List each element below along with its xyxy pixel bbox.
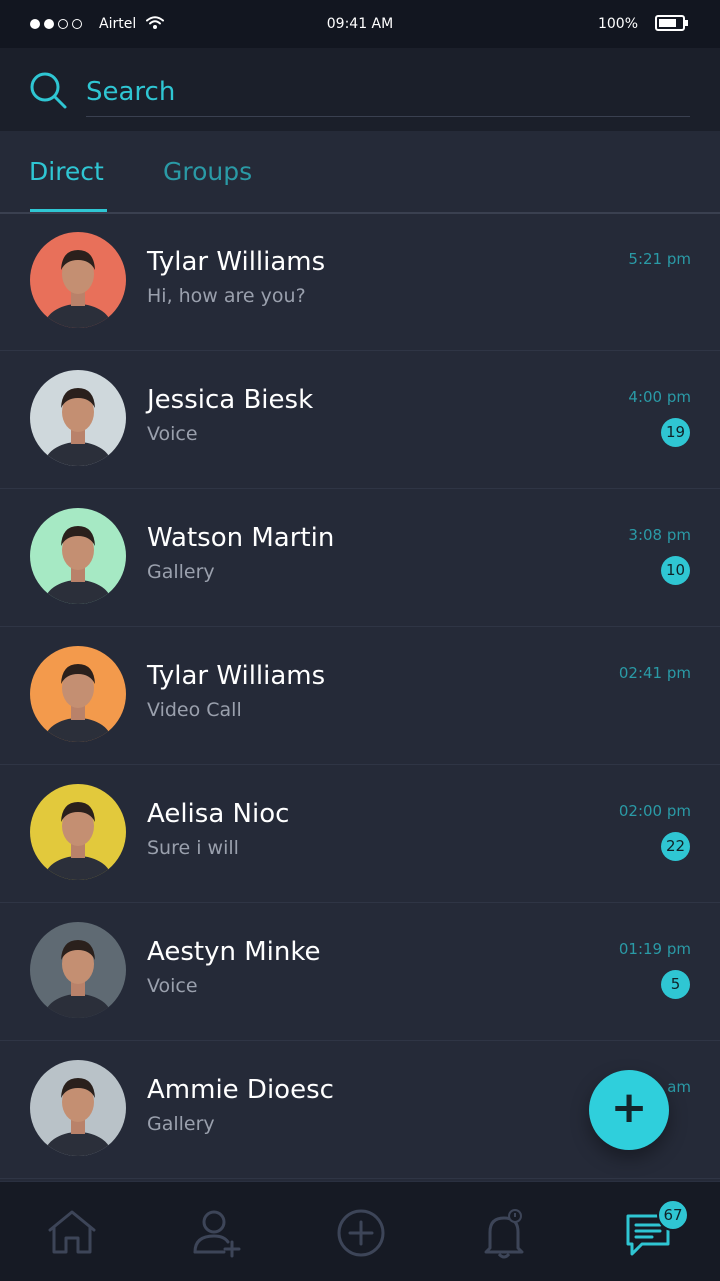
message-preview: Sure i will <box>147 837 239 859</box>
message-time: 5:21 pm <box>628 250 691 268</box>
status-bar: Airtel 09:41 AM 100% <box>0 0 720 48</box>
tab-direct[interactable]: Direct <box>29 157 104 186</box>
chat-unread-badge: 67 <box>657 1199 689 1231</box>
home-icon[interactable] <box>42 1206 102 1262</box>
contact-name: Watson Martin <box>147 523 335 553</box>
conversation-row[interactable]: Jessica Biesk Voice 4:00 pm 19 <box>0 351 720 489</box>
conversation-list: Tylar Williams Hi, how are you? 5:21 pm … <box>0 213 720 1179</box>
message-time: 02:41 pm <box>618 664 691 682</box>
avatar <box>30 922 126 1018</box>
message-time: 02:00 pm <box>618 802 691 820</box>
message-preview: Gallery <box>147 561 215 583</box>
bottom-nav <box>0 1181 720 1281</box>
conversation-row[interactable]: Tylar Williams Hi, how are you? 5:21 pm <box>0 213 720 351</box>
contact-name: Aelisa Nioc <box>147 799 290 829</box>
message-time: am <box>667 1078 691 1096</box>
message-time: 01:19 pm <box>618 940 691 958</box>
unread-badge: 10 <box>661 556 690 585</box>
message-time: 4:00 pm <box>628 388 691 406</box>
message-preview: Voice <box>147 423 198 445</box>
contact-name: Aestyn Minke <box>147 937 321 967</box>
search-icon[interactable] <box>28 70 68 114</box>
unread-badge: 19 <box>661 418 690 447</box>
search-bar <box>0 48 720 131</box>
add-contact-icon[interactable] <box>186 1206 246 1262</box>
battery-icon <box>655 15 688 31</box>
message-preview: Hi, how are you? <box>147 285 306 307</box>
conversation-row[interactable]: Aelisa Nioc Sure i will 02:00 pm 22 <box>0 765 720 903</box>
avatar <box>30 646 126 742</box>
message-preview: Voice <box>147 975 198 997</box>
bell-icon[interactable] <box>474 1206 534 1262</box>
conversation-row[interactable]: Tylar Williams Video Call 02:41 pm <box>0 627 720 765</box>
add-circle-icon[interactable] <box>331 1206 391 1262</box>
unread-badge: 5 <box>661 970 690 999</box>
conversation-row[interactable]: Watson Martin Gallery 3:08 pm 10 <box>0 489 720 627</box>
battery-percentage: 100% <box>597 16 638 32</box>
new-chat-button[interactable]: + <box>589 1070 669 1150</box>
message-preview: Video Call <box>147 699 242 721</box>
contact-name: Ammie Dioesc <box>147 1075 334 1105</box>
message-time: 3:08 pm <box>628 526 691 544</box>
avatar <box>30 1060 126 1156</box>
avatar <box>30 370 126 466</box>
contact-name: Jessica Biesk <box>147 385 314 415</box>
message-preview: Gallery <box>147 1113 215 1135</box>
unread-badge: 22 <box>661 832 690 861</box>
contact-name: Tylar Williams <box>147 661 326 691</box>
contact-name: Tylar Williams <box>147 247 326 277</box>
avatar <box>30 232 126 328</box>
conversation-row[interactable]: Aestyn Minke Voice 01:19 pm 5 <box>0 903 720 1041</box>
avatar <box>30 784 126 880</box>
tab-groups[interactable]: Groups <box>163 157 252 186</box>
plus-icon: + <box>610 1082 648 1133</box>
search-input[interactable] <box>86 68 690 117</box>
avatar <box>30 508 126 604</box>
tab-bar: Direct Groups <box>0 131 720 214</box>
active-tab-indicator <box>30 209 107 212</box>
